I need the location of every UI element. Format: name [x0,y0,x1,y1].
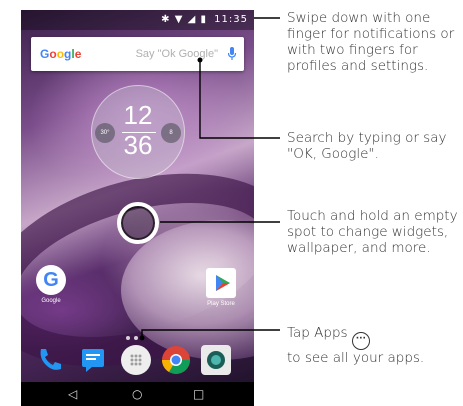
callout-touch-hold: Touch and hold an empty spot to change w… [287,208,458,256]
callout-apps-prefix: Tap Apps [287,325,348,341]
callout-swipe: Swipe down with one finger for notificat… [287,10,455,74]
apps-inline-icon: ··· [351,332,370,350]
callout-apps: Tap Apps ··· to see all your apps. [287,325,463,366]
callout-search: Search by typing or say "OK, Google". [287,130,447,162]
callout-apps-suffix: to see all your apps. [287,350,425,366]
